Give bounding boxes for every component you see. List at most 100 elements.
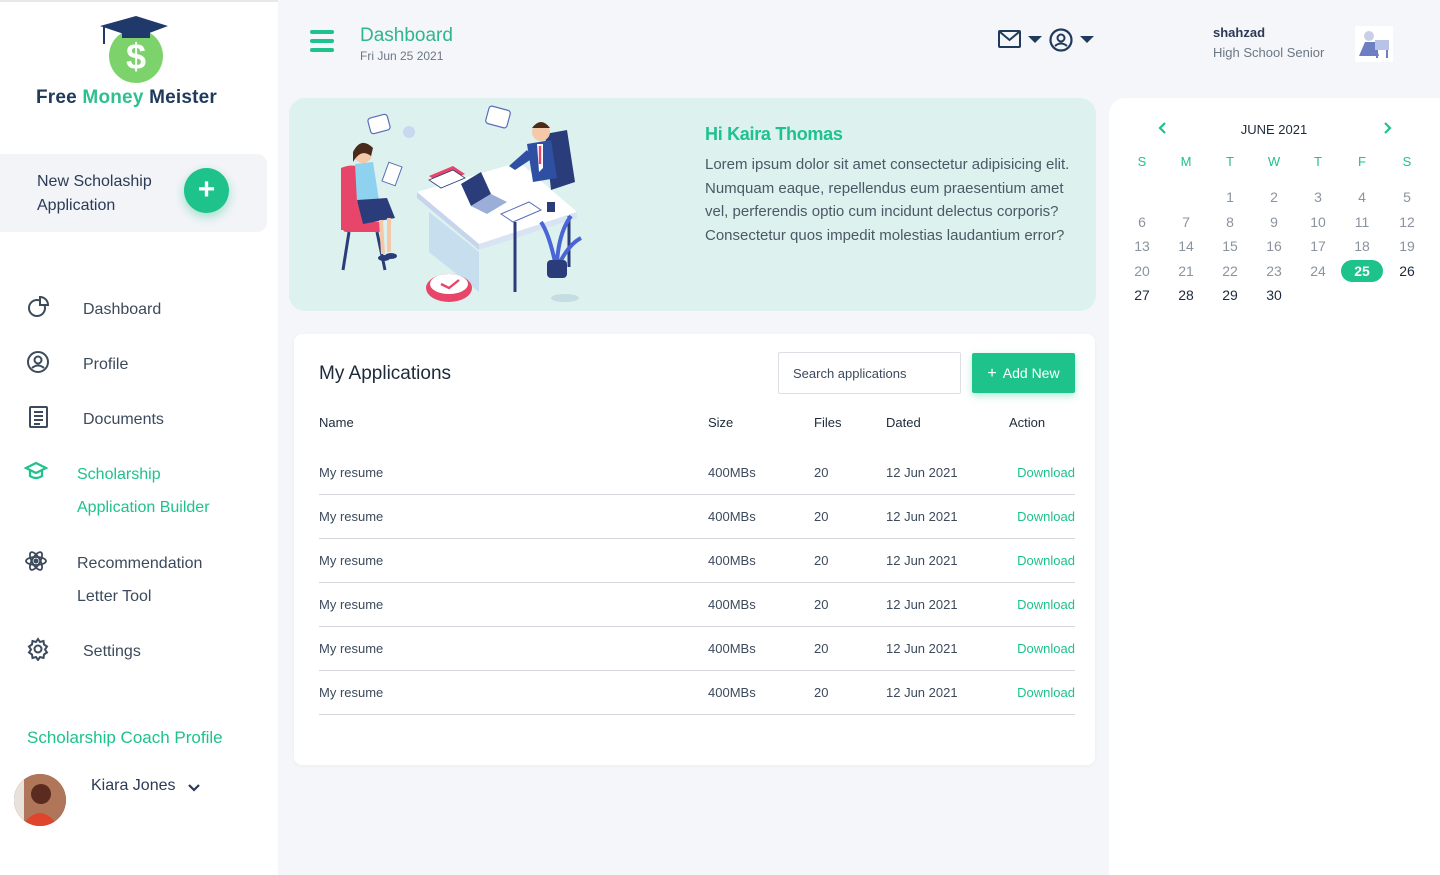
sidebar-item-documents[interactable]: Documents <box>0 403 278 436</box>
calendar-day[interactable]: 26 <box>1386 260 1428 282</box>
sidebar-item-label: Application Builder <box>77 499 210 516</box>
coach-avatar[interactable] <box>14 774 66 826</box>
column-header-name: Name <box>319 415 354 430</box>
cell-name: My resume <box>319 465 384 480</box>
calendar-day[interactable]: 2 <box>1253 186 1295 208</box>
weekday-label: T <box>1314 154 1322 169</box>
chevron-down-icon[interactable] <box>187 781 201 795</box>
calendar-day[interactable]: 20 <box>1121 260 1163 282</box>
calendar-day[interactable]: 30 <box>1253 284 1295 306</box>
brand-logo[interactable]: $ Free Money Meister <box>36 14 236 114</box>
plus-icon: + <box>987 365 997 382</box>
search-input[interactable] <box>778 352 961 394</box>
sidebar-item-recommendation-letter-tool[interactable]: Recommendation Letter Tool <box>0 547 278 613</box>
calendar-day[interactable]: 4 <box>1341 186 1383 208</box>
calendar-day[interactable]: 24 <box>1297 260 1339 282</box>
download-link[interactable]: Download <box>1017 685 1075 700</box>
brand-name-part: Free <box>36 87 83 108</box>
calendar-day[interactable]: 9 <box>1253 211 1295 233</box>
cell-size: 400MBs <box>708 641 756 656</box>
calendar-day[interactable]: 27 <box>1121 284 1163 306</box>
calendar-day[interactable]: 22 <box>1209 260 1251 282</box>
cell-dated: 12 Jun 2021 <box>886 685 958 700</box>
download-link[interactable]: Download <box>1017 553 1075 568</box>
weekday-label: T <box>1226 154 1234 169</box>
calendar-day[interactable]: 15 <box>1209 235 1251 257</box>
user-circle-icon <box>27 351 49 373</box>
user-role: High School Senior <box>1213 45 1325 60</box>
calendar-day[interactable]: 5 <box>1386 186 1428 208</box>
cell-files: 20 <box>814 465 829 480</box>
download-link[interactable]: Download <box>1017 465 1075 480</box>
calendar-day[interactable]: 12 <box>1386 211 1428 233</box>
sidebar-item-profile[interactable]: Profile <box>0 348 278 381</box>
calendar-day[interactable]: 14 <box>1165 235 1207 257</box>
calendar-day[interactable]: 23 <box>1253 260 1295 282</box>
download-link[interactable]: Download <box>1017 641 1075 656</box>
download-link[interactable]: Download <box>1017 509 1075 524</box>
cell-name: My resume <box>319 597 384 612</box>
chevron-left-icon[interactable] <box>1155 120 1171 136</box>
calendar-day[interactable]: 3 <box>1297 186 1339 208</box>
cell-files: 20 <box>814 641 829 656</box>
page-title: Dashboard <box>360 25 453 46</box>
calendar-day[interactable]: 17 <box>1297 235 1339 257</box>
table-row: My resume 400MBs 20 12 Jun 2021 Download <box>319 451 1075 495</box>
column-header-action: Action <box>1009 415 1046 430</box>
cell-dated: 12 Jun 2021 <box>886 553 958 568</box>
sidebar-item-label: Settings <box>83 643 141 660</box>
sidebar-item-dashboard[interactable]: Dashboard <box>0 293 278 326</box>
coach-name[interactable]: Kiara Jones <box>91 777 176 795</box>
cell-files: 20 <box>814 509 829 524</box>
cell-dated: 12 Jun 2021 <box>886 465 958 480</box>
calendar-day[interactable]: 28 <box>1165 284 1207 306</box>
cell-dated: 12 Jun 2021 <box>886 597 958 612</box>
sidebar-item-label: Dashboard <box>83 301 162 318</box>
new-application-label: New Scholaship Application <box>37 173 152 214</box>
new-application-button[interactable]: + <box>184 168 229 213</box>
cell-files: 20 <box>814 597 829 612</box>
calendar-day[interactable]: 19 <box>1386 235 1428 257</box>
table-row: My resume 400MBs 20 12 Jun 2021 Download <box>319 495 1075 539</box>
add-new-button[interactable]: + Add New <box>972 353 1075 393</box>
calendar-day[interactable]: 21 <box>1165 260 1207 282</box>
sidebar-item-settings[interactable]: Settings <box>0 635 278 668</box>
graduation-cap-icon <box>24 461 48 480</box>
sidebar-item-label: Profile <box>83 356 129 373</box>
cell-size: 400MBs <box>708 597 756 612</box>
sidebar-item-label: Scholarship <box>77 466 161 483</box>
graduation-dollar-logo-icon: $ <box>100 16 168 83</box>
hamburger-menu-icon[interactable] <box>310 30 334 52</box>
calendar-day[interactable]: 29 <box>1209 284 1251 306</box>
calendar-day[interactable]: 18 <box>1341 235 1383 257</box>
chevron-right-icon[interactable] <box>1379 120 1395 136</box>
document-icon <box>29 406 48 428</box>
user-avatar[interactable] <box>1355 26 1393 62</box>
weekday-label: S <box>1137 154 1147 169</box>
mail-dropdown-icon[interactable] <box>998 28 1044 52</box>
column-header-size: Size <box>708 415 734 430</box>
weekday-label: M <box>1180 154 1192 169</box>
gear-icon <box>27 637 49 661</box>
account-dropdown-icon[interactable] <box>1049 27 1095 53</box>
download-link[interactable]: Download <box>1017 597 1075 612</box>
calendar-day[interactable]: 7 <box>1165 211 1207 233</box>
cell-dated: 12 Jun 2021 <box>886 509 958 524</box>
office-meeting-illustration <box>341 105 582 302</box>
sidebar-item-scholarship-application-builder[interactable]: Scholarship Application Builder <box>0 458 278 524</box>
brand-name-part: Meister <box>143 87 218 108</box>
calendar-day[interactable]: 11 <box>1341 211 1383 233</box>
applications-card: My Applications + Add New Name Size Files… <box>294 334 1095 765</box>
calendar-day[interactable]: 13 <box>1121 235 1163 257</box>
calendar-day[interactable]: 6 <box>1121 211 1163 233</box>
coach-section-title: Scholarship Coach Profile <box>27 728 223 747</box>
weekday-label: F <box>1358 154 1366 169</box>
calendar-day[interactable]: 10 <box>1297 211 1339 233</box>
applications-title: My Applications <box>319 363 452 384</box>
welcome-banner: Hi Kaira Thomas Lorem ipsum dolor sit am… <box>289 98 1096 311</box>
calendar-day[interactable]: 8 <box>1209 211 1251 233</box>
calendar-month: JUNE 2021 <box>1240 122 1308 137</box>
calendar-day[interactable]: 16 <box>1253 235 1295 257</box>
calendar-day[interactable]: 1 <box>1209 186 1251 208</box>
calendar-day-today[interactable]: 25 <box>1341 260 1383 282</box>
